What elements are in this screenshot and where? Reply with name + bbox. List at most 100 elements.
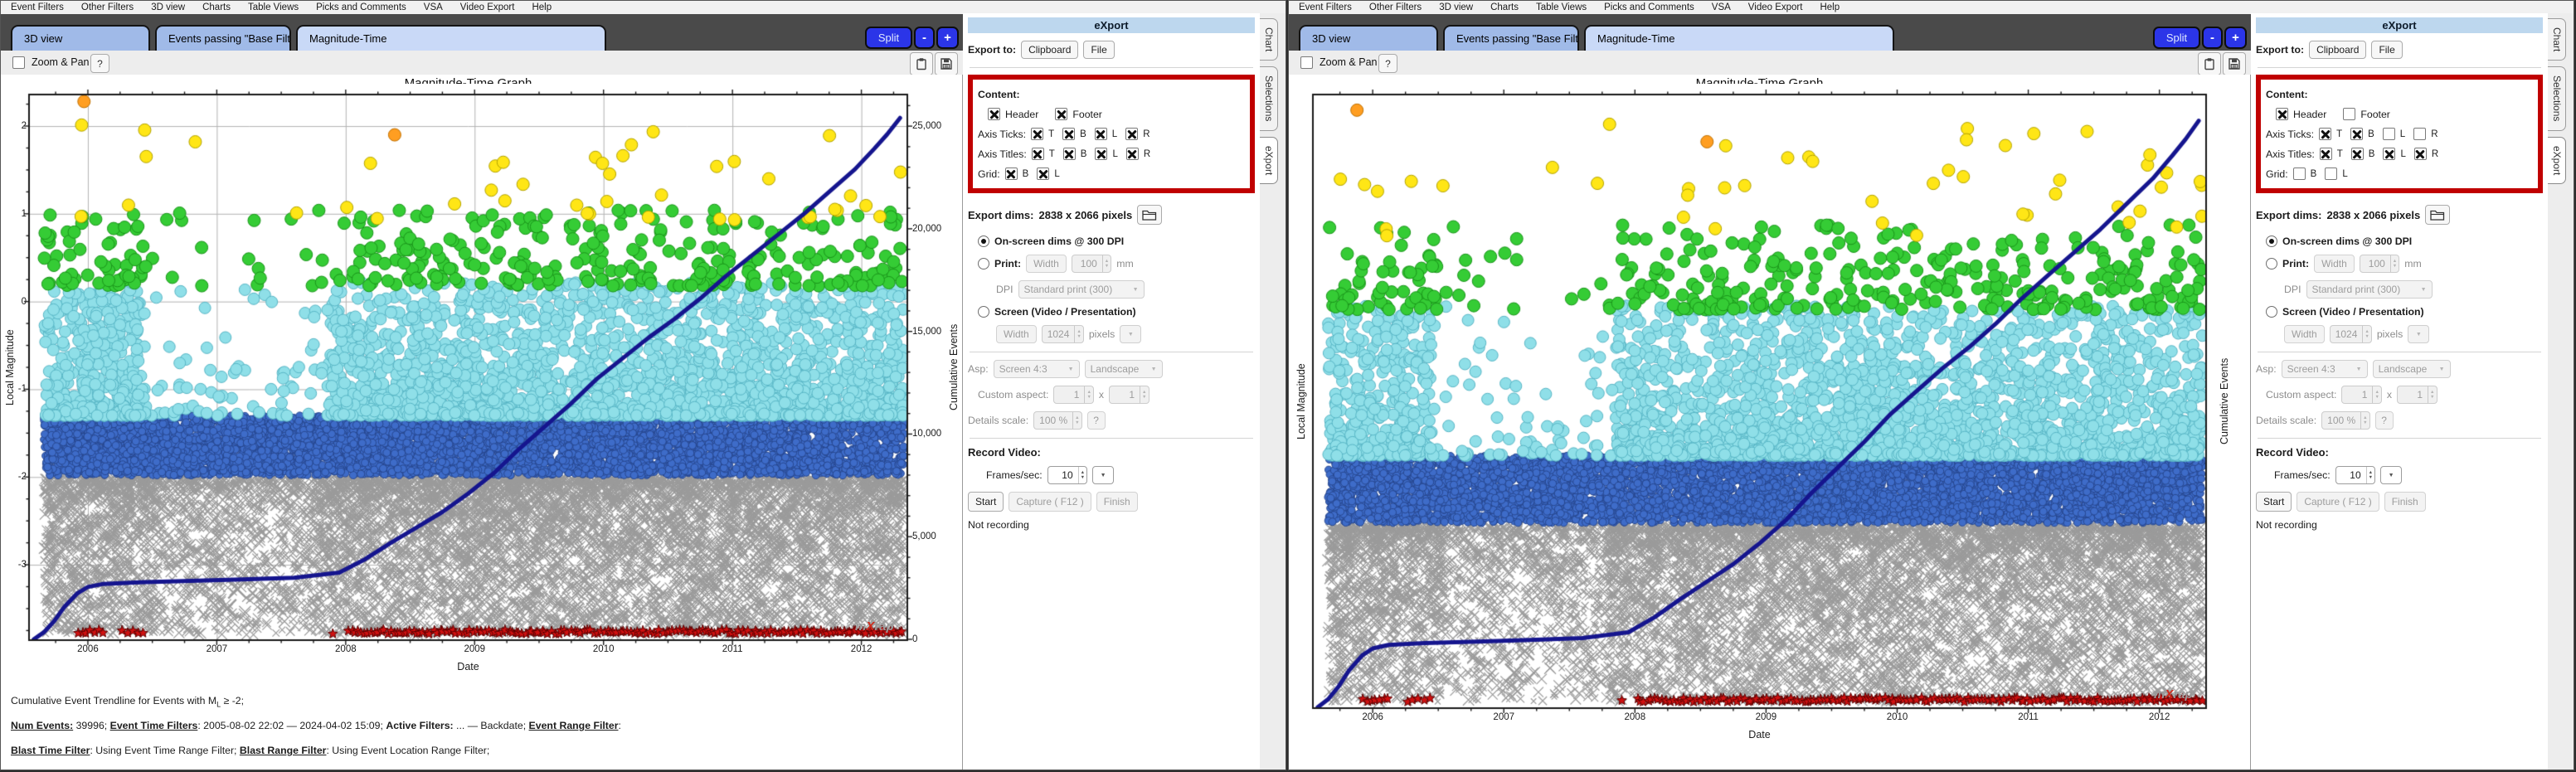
menu-item-charts[interactable]: Charts: [1490, 2, 1519, 12]
details-scale-stepper[interactable]: 100 % ▲▼: [1033, 411, 1081, 430]
spinner-arrows-icon[interactable]: ▲▼: [1084, 386, 1092, 403]
dpi-select[interactable]: Standard print (300) ▼: [1018, 280, 1145, 299]
clipboard-button[interactable]: Clipboard: [2309, 41, 2366, 59]
screen-width-mode-button[interactable]: Width: [996, 325, 1037, 343]
split-button[interactable]: Split: [865, 27, 912, 49]
side-tab-export[interactable]: eXport: [2548, 137, 2566, 184]
tab-3d-view[interactable]: 3D view: [1299, 25, 1438, 51]
frames-preset-dropdown[interactable]: ▼: [1092, 466, 1114, 484]
add-tab-button[interactable]: +: [936, 27, 959, 49]
menu-item-vsa[interactable]: VSA: [424, 2, 443, 12]
axis-ticks-right-checkbox[interactable]: [2413, 128, 2426, 140]
menu-item-event-filters[interactable]: Event Filters: [1299, 2, 1352, 12]
record-start-button[interactable]: Start: [968, 492, 1004, 512]
tab-events-passing-base-filter[interactable]: Events passing "Base Filter": [155, 25, 291, 51]
axis-titles-left-checkbox[interactable]: [1095, 148, 1107, 160]
axis-titles-left-checkbox[interactable]: [2383, 148, 2395, 160]
frames-stepper[interactable]: 10 ▲▼: [1047, 466, 1087, 484]
chart-canvas[interactable]: [1302, 84, 2217, 719]
axis-ticks-right-checkbox[interactable]: [1125, 128, 1138, 140]
print-width-mode-button[interactable]: Width: [2314, 255, 2355, 273]
zoom-pan-checkbox[interactable]: [1300, 56, 1313, 69]
spinner-arrows-icon[interactable]: ▲▼: [2428, 386, 2436, 403]
clipboard-button[interactable]: Clipboard: [1021, 41, 1078, 59]
grid-left-checkbox[interactable]: [2325, 168, 2337, 180]
zoom-pan-checkbox[interactable]: [12, 56, 25, 69]
menu-item-other-filters[interactable]: Other Filters: [81, 2, 134, 12]
menu-item-picks-comments[interactable]: Picks and Comments: [1604, 2, 1694, 12]
remove-tab-button[interactable]: -: [2202, 27, 2223, 49]
side-tab-chart[interactable]: Chart: [1260, 18, 1278, 61]
side-tab-selections[interactable]: Selections: [2548, 66, 2566, 130]
record-finish-button[interactable]: Finish: [1096, 492, 1138, 512]
frames-preset-dropdown[interactable]: ▼: [2380, 466, 2402, 484]
record-capture-button[interactable]: Capture ( F12 ): [1009, 492, 1091, 512]
axis-titles-top-checkbox[interactable]: [1032, 148, 1044, 160]
add-tab-button[interactable]: +: [2224, 27, 2247, 49]
custom-aspect-x-stepper[interactable]: 1 ▲▼: [2341, 386, 2381, 404]
axis-ticks-bottom-checkbox[interactable]: [1062, 128, 1075, 140]
axis-ticks-top-checkbox[interactable]: [1031, 128, 1043, 140]
axis-titles-bottom-checkbox[interactable]: [1063, 148, 1076, 160]
spinner-arrows-icon[interactable]: ▲▼: [1140, 386, 1148, 403]
custom-aspect-y-stepper[interactable]: 1 ▲▼: [1109, 386, 1149, 404]
aspect-select[interactable]: Screen 4:3 ▼: [2282, 360, 2368, 378]
axis-ticks-left-checkbox[interactable]: [1095, 128, 1107, 140]
grid-bottom-checkbox[interactable]: [2293, 168, 2306, 180]
menu-item-video-export[interactable]: Video Export: [1748, 2, 1803, 12]
spinner-arrows-icon[interactable]: ▲▼: [1102, 255, 1111, 272]
tab-magnitude-time[interactable]: Magnitude-Time: [296, 25, 606, 51]
onscreen-dims-radio[interactable]: [978, 235, 989, 247]
screen-radio[interactable]: [2266, 306, 2277, 318]
orientation-select[interactable]: Landscape ▼: [1085, 360, 1163, 378]
axis-titles-bottom-checkbox[interactable]: [2351, 148, 2364, 160]
split-button[interactable]: Split: [2153, 27, 2200, 49]
save-button[interactable]: [2223, 52, 2246, 75]
menu-item-vsa[interactable]: VSA: [1712, 2, 1731, 12]
record-capture-button[interactable]: Capture ( F12 ): [2297, 492, 2379, 512]
chart-canvas[interactable]: [18, 84, 918, 651]
header-checkbox[interactable]: [988, 108, 1000, 120]
details-scale-help-button[interactable]: ?: [2375, 411, 2394, 430]
file-button[interactable]: File: [2371, 41, 2402, 59]
screen-width-stepper[interactable]: 1024 ▲▼: [1042, 325, 1084, 343]
pixels-preset-dropdown[interactable]: ▼: [2408, 325, 2429, 343]
copy-to-clipboard-button[interactable]: [910, 52, 933, 75]
menu-item-charts[interactable]: Charts: [202, 2, 231, 12]
details-scale-help-button[interactable]: ?: [1087, 411, 1106, 430]
spinner-arrows-icon[interactable]: ▲▼: [2372, 386, 2380, 403]
menu-item-help[interactable]: Help: [532, 2, 552, 12]
screen-width-stepper[interactable]: 1024 ▲▼: [2330, 325, 2372, 343]
pixels-preset-dropdown[interactable]: ▼: [1120, 325, 1141, 343]
print-width-stepper[interactable]: 100 ▲▼: [1072, 255, 1111, 273]
copy-to-clipboard-button[interactable]: [2198, 52, 2221, 75]
custom-aspect-y-stepper[interactable]: 1 ▲▼: [2397, 386, 2437, 404]
help-button[interactable]: ?: [90, 54, 109, 73]
print-radio[interactable]: [2266, 258, 2277, 269]
menu-item-video-export[interactable]: Video Export: [460, 2, 515, 12]
custom-aspect-x-stepper[interactable]: 1 ▲▼: [1053, 386, 1093, 404]
spinner-arrows-icon[interactable]: ▲▼: [2390, 255, 2399, 272]
open-export-folder-button[interactable]: [2425, 205, 2450, 225]
tab-magnitude-time[interactable]: Magnitude-Time: [1584, 25, 1894, 51]
aspect-select[interactable]: Screen 4:3 ▼: [994, 360, 1080, 378]
spinner-arrows-icon[interactable]: ▲▼: [2360, 412, 2369, 429]
axis-ticks-left-checkbox[interactable]: [2383, 128, 2395, 140]
menu-item-3d-view[interactable]: 3D view: [151, 2, 185, 12]
axis-titles-top-checkbox[interactable]: [2320, 148, 2332, 160]
dpi-select[interactable]: Standard print (300) ▼: [2306, 280, 2433, 299]
frames-stepper[interactable]: 10 ▲▼: [2335, 466, 2375, 484]
orientation-select[interactable]: Landscape ▼: [2373, 360, 2451, 378]
record-start-button[interactable]: Start: [2256, 492, 2292, 512]
onscreen-dims-radio[interactable]: [2266, 235, 2277, 247]
menu-item-table-views[interactable]: Table Views: [248, 2, 299, 12]
record-finish-button[interactable]: Finish: [2384, 492, 2426, 512]
spinner-arrows-icon[interactable]: ▲▼: [2362, 326, 2370, 342]
grid-bottom-checkbox[interactable]: [1005, 168, 1018, 180]
spinner-arrows-icon[interactable]: ▲▼: [1078, 467, 1086, 483]
spinner-arrows-icon[interactable]: ▲▼: [2366, 467, 2374, 483]
menu-item-picks-comments[interactable]: Picks and Comments: [316, 2, 406, 12]
print-width-stepper[interactable]: 100 ▲▼: [2360, 255, 2399, 273]
save-button[interactable]: [935, 52, 958, 75]
grid-left-checkbox[interactable]: [1037, 168, 1049, 180]
